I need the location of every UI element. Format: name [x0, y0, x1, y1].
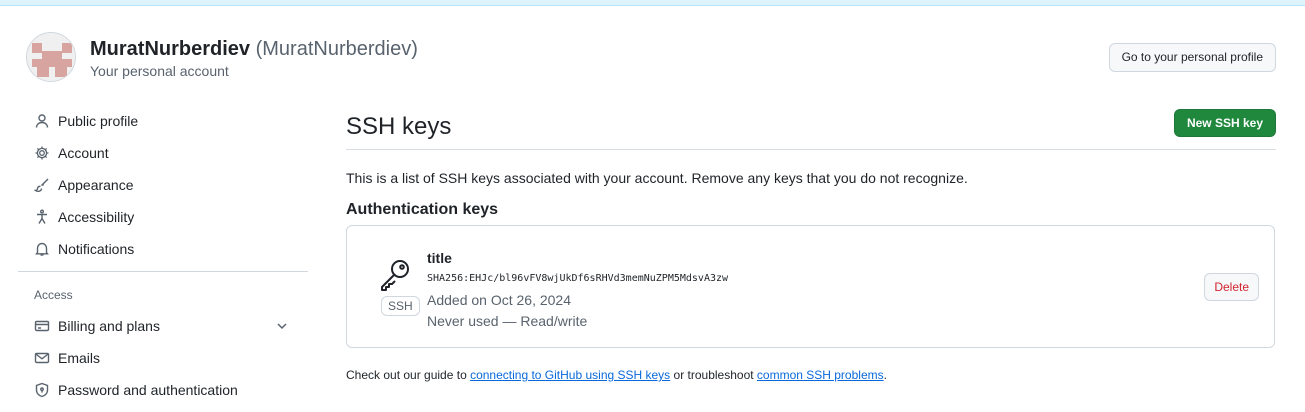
ssh-key-list-item: SSH title SHA256:EHJc/bl96vFV8wjUkDf6sRH… — [346, 225, 1275, 348]
guide-suffix: . — [883, 368, 887, 382]
display-name: MuratNurberdiev — [90, 38, 251, 60]
key-added-date: Added on Oct 26, 2024 — [427, 292, 571, 308]
sidebar-item-label: Public profile — [58, 113, 139, 129]
sidebar-item-label: Appearance — [58, 177, 134, 193]
avatar[interactable] — [26, 32, 76, 82]
ssh-type-label: SSH — [381, 296, 420, 316]
sidebar-item-billing[interactable]: Billing and plans — [18, 310, 308, 342]
sidebar-divider — [18, 271, 308, 272]
sidebar-item-label: Billing and plans — [58, 318, 160, 334]
sidebar-item-label: Account — [58, 145, 109, 161]
top-banner-strip — [0, 0, 1305, 6]
sidebar-heading-access: Access — [34, 288, 73, 302]
sidebar-item-emails[interactable]: Emails — [18, 342, 308, 374]
key-icon — [378, 258, 412, 292]
account-header: MuratNurberdiev (MuratNurberdiev) Your p… — [26, 32, 1276, 84]
sidebar-item-public-profile[interactable]: Public profile — [18, 105, 308, 137]
sidebar-item-appearance[interactable]: Appearance — [18, 169, 308, 201]
new-ssh-key-button[interactable]: New SSH key — [1173, 109, 1276, 137]
account-subtitle: Your personal account — [90, 63, 229, 79]
page-title: SSH keys — [346, 113, 452, 140]
sidebar-item-label: Emails — [58, 350, 101, 366]
person-icon — [34, 113, 50, 129]
sidebar-item-label: Password and authentication — [58, 382, 238, 398]
key-title: title — [427, 250, 452, 266]
sidebar-item-notifications[interactable]: Notifications — [18, 233, 308, 265]
guide-prefix: Check out our guide to — [346, 368, 471, 382]
key-fingerprint: SHA256:EHJc/bl96vFV8wjUkDf6sRHVd3memNuZP… — [427, 273, 729, 284]
key-usage: Never used — Read/write — [427, 313, 588, 329]
identicon-avatar-icon — [27, 33, 75, 81]
gear-icon — [34, 145, 50, 161]
shield-lock-icon — [34, 382, 50, 398]
go-to-profile-button[interactable]: Go to your personal profile — [1108, 43, 1276, 72]
connecting-ssh-guide-link[interactable]: connecting to GitHub using SSH keys — [470, 368, 670, 382]
delete-key-button[interactable]: Delete — [1204, 273, 1259, 301]
guide-text: Check out our guide to connecting to Git… — [346, 368, 887, 382]
credit-card-icon — [34, 318, 50, 334]
user-name[interactable]: MuratNurberdiev (MuratNurberdiev) — [90, 38, 418, 61]
guide-middle: or troubleshoot — [670, 368, 757, 382]
sidebar-item-account[interactable]: Account — [18, 137, 308, 169]
accessibility-icon — [34, 209, 50, 225]
ssh-keys-main: SSH keys New SSH key This is a list of S… — [346, 108, 1276, 382]
sidebar-item-label: Notifications — [58, 241, 135, 257]
login-name: (MuratNurberdiev) — [255, 38, 418, 60]
sidebar-item-accessibility[interactable]: Accessibility — [18, 201, 308, 233]
page-title-row: SSH keys New SSH key — [346, 108, 1276, 150]
sidebar-item-label: Accessibility — [58, 209, 135, 225]
section-title-authentication-keys: Authentication keys — [346, 201, 499, 218]
bell-icon — [34, 241, 50, 257]
intro-text: This is a list of SSH keys associated wi… — [346, 170, 968, 186]
chevron-down-icon[interactable] — [274, 318, 290, 334]
paintbrush-icon — [34, 177, 50, 193]
settings-sidebar: Public profile Account Appearance Access… — [18, 105, 308, 406]
common-ssh-problems-link[interactable]: common SSH problems — [757, 368, 884, 382]
mail-icon — [34, 350, 50, 366]
sidebar-item-password-authentication[interactable]: Password and authentication — [18, 374, 308, 406]
